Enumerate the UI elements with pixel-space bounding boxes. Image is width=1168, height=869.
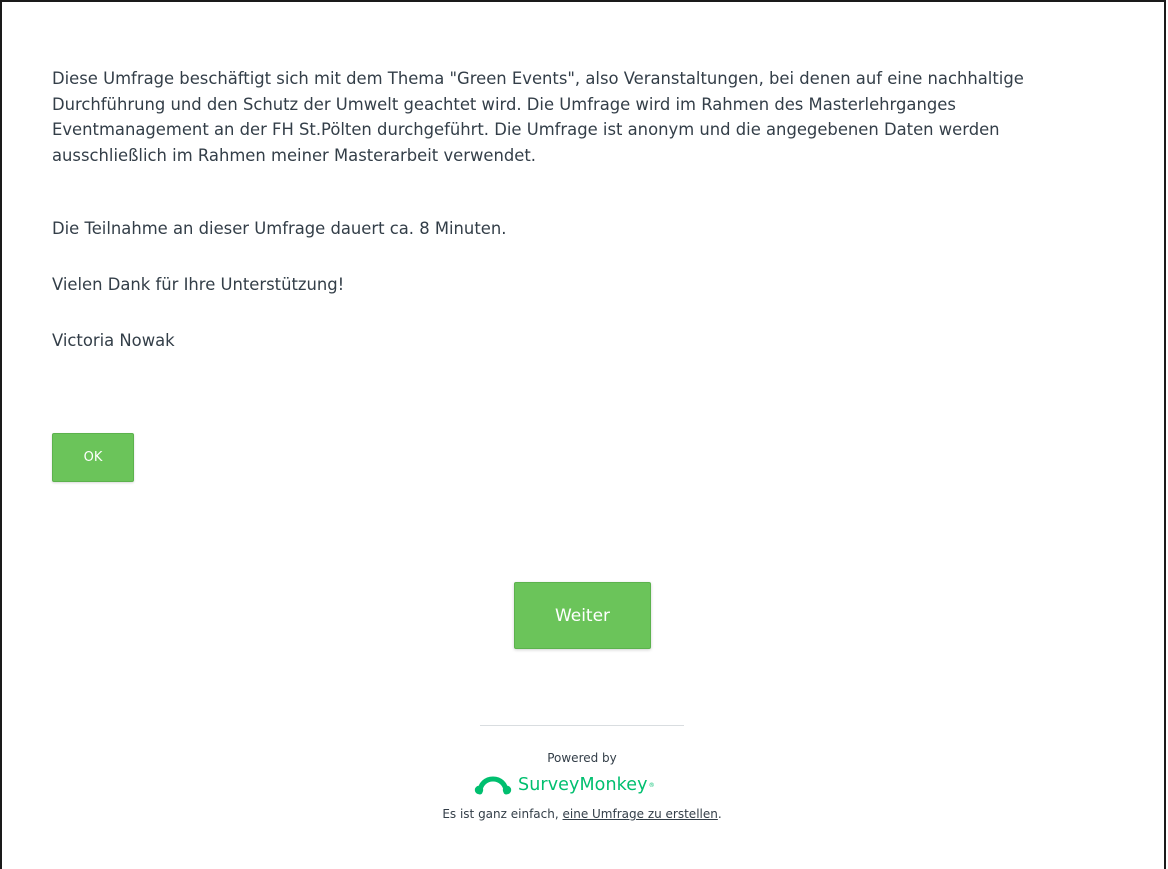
tagline-suffix: . — [717, 807, 722, 821]
ok-button[interactable]: OK — [52, 433, 134, 482]
footer-tagline: Es ist ganz einfach, eine Umfrage zu ers… — [0, 807, 1164, 821]
create-survey-link[interactable]: eine Umfrage zu erstellen — [563, 807, 718, 821]
survey-author: Victoria Nowak — [52, 331, 175, 350]
brand-name: SurveyMonkey — [518, 775, 648, 795]
powered-by-label: Powered by — [547, 751, 617, 765]
brand-trademark: ® — [648, 781, 655, 789]
survey-intro-text: Diese Umfrage beschäftigt sich mit dem T… — [52, 69, 1024, 165]
surveymonkey-logo-icon — [474, 776, 512, 795]
survey-duration-text: Die Teilnahme an dieser Umfrage dauert c… — [52, 219, 507, 238]
surveymonkey-brand[interactable]: SurveyMonkey ® — [474, 772, 655, 798]
tagline-prefix: Es ist ganz einfach, — [442, 807, 563, 821]
next-button[interactable]: Weiter — [514, 582, 651, 649]
survey-thanks-text: Vielen Dank für Ihre Unterstützung! — [52, 275, 345, 294]
footer-divider — [480, 725, 684, 726]
